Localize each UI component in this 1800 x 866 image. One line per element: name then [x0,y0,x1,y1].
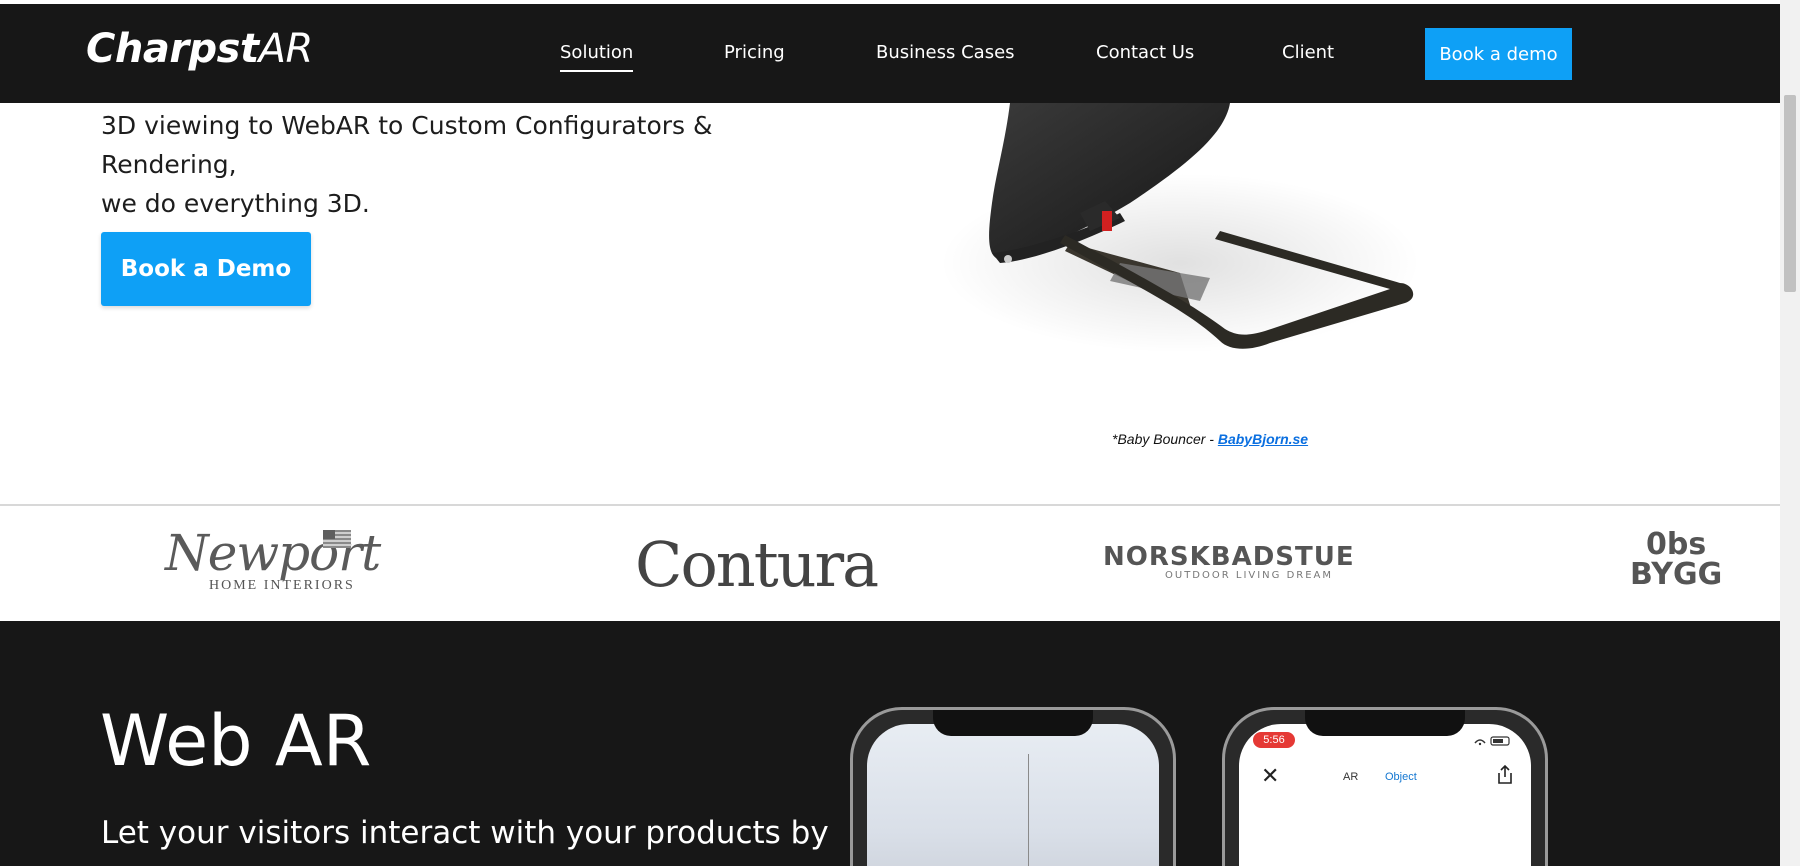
share-icon[interactable] [1495,764,1515,786]
nav-item-client[interactable]: Client [1282,42,1334,63]
main-nav: Solution Pricing Business Cases Contact … [0,4,1780,103]
scrollbar-thumb[interactable] [1784,95,1796,292]
obs-bygg-logo: 0bs BYGG [1630,530,1722,590]
norskbadstue-logo-subtitle: OUTDOOR LIVING DREAM [1165,570,1334,581]
us-flag-icon [323,530,351,548]
page: CharpstAR Solution Pricing Business Case… [0,0,1800,866]
norskbadstue-logo-name: NORSKBADSTUE [1103,542,1355,572]
hero-description: 3D viewing to WebAR to Custom Configurat… [101,106,841,223]
webar-heading: Web AR [100,700,372,782]
phone-notch [933,710,1093,736]
mode-tab-ar[interactable]: AR [1343,771,1358,783]
obs-bygg-logo-line-2: BYGG [1630,557,1723,592]
book-demo-header-button[interactable]: Book a demo [1425,28,1572,80]
status-time: 5:56 [1253,732,1295,748]
baby-bouncer-3d-model[interactable] [930,103,1490,393]
nav-item-solution[interactable]: Solution [560,42,634,72]
close-icon[interactable]: ✕ [1261,764,1279,789]
nav-item-contact-us[interactable]: Contact Us [1096,42,1194,63]
contura-logo: Contura [635,528,879,601]
mode-tab-object[interactable]: Object [1385,771,1417,783]
webar-description: Let your visitors interact with your pro… [101,815,829,851]
babybjorn-link[interactable]: BabyBjorn.se [1218,431,1308,447]
phone-screen: 5:56 ✕ AR Object [1239,724,1531,866]
book-demo-hero-button[interactable]: Book a Demo [101,232,311,306]
obs-bygg-logo-line-1: 0bs [1645,527,1707,562]
client-logos-strip: Newport HOME INTERIORS Contura NORSKBADS… [0,506,1780,621]
phone-screen [867,724,1159,866]
caption-prefix: *Baby Bouncer - [1112,431,1218,447]
hero-line-2: we do everything 3D. [101,189,370,218]
newport-logo-subtitle: HOME INTERIORS [209,578,355,593]
ar-scene-line [1028,754,1029,866]
phone-mockup-ar-view [850,707,1176,866]
nav-item-business-cases[interactable]: Business Cases [876,42,1015,63]
product-caption: *Baby Bouncer - BabyBjorn.se [1112,431,1308,447]
site-header: CharpstAR Solution Pricing Business Case… [0,4,1780,103]
status-bar-icon [1474,736,1510,746]
phone-mockup-object-view: 5:56 ✕ AR Object [1222,707,1548,866]
norskbadstue-logo: NORSKBADSTUE OUTDOOR LIVING DREAM [1103,542,1355,581]
phone-notch [1305,710,1465,736]
hero-line-1: 3D viewing to WebAR to Custom Configurat… [101,111,713,179]
nav-item-pricing[interactable]: Pricing [724,42,785,63]
newport-logo: Newport HOME INTERIORS [165,524,381,594]
